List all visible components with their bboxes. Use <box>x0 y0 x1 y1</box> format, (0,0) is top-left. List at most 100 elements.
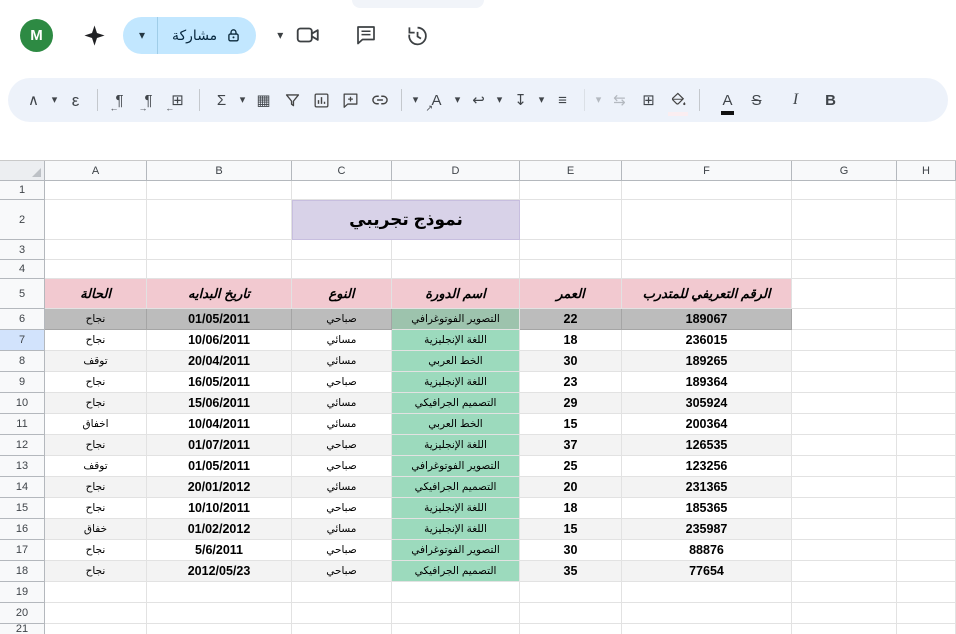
cell-F9[interactable]: 189364 <box>622 372 792 393</box>
merge-cells-button[interactable]: ⇆ <box>607 85 632 115</box>
cell-B6[interactable]: 01/05/2011 <box>147 309 292 330</box>
cell-A12[interactable]: نجاح <box>45 435 147 456</box>
cell-D16[interactable]: اللغة الإنجليزية <box>392 519 520 540</box>
merge-cells-dropdown-button[interactable]: ▾ <box>592 85 605 115</box>
cell-B7[interactable]: 10/06/2011 <box>147 330 292 351</box>
cell-D11[interactable]: الخط العربي <box>392 414 520 435</box>
cell-D17[interactable]: التصوير الفوتوغرافي <box>392 540 520 561</box>
text-wrap-dropdown-button[interactable]: ▾ <box>451 85 464 115</box>
cell-G5[interactable] <box>792 279 897 309</box>
row-header-19[interactable]: 19 <box>0 582 45 603</box>
cell-B19[interactable] <box>147 582 292 603</box>
insert-chart-button[interactable] <box>309 85 334 115</box>
row-header-16[interactable]: 16 <box>0 519 45 540</box>
cell-A1[interactable] <box>45 181 147 200</box>
text-direction-ltr-button[interactable]: ¶ ← <box>107 85 132 115</box>
cell-G14[interactable] <box>792 477 897 498</box>
row-header-9[interactable]: 9 <box>0 372 45 393</box>
cell-E10[interactable]: 29 <box>520 393 622 414</box>
cell-H13[interactable] <box>897 456 956 477</box>
column-header-G[interactable]: G <box>792 161 897 181</box>
cell-E7[interactable]: 18 <box>520 330 622 351</box>
row-header-20[interactable]: 20 <box>0 603 45 624</box>
cell-A15[interactable]: نجاح <box>45 498 147 519</box>
cell-G10[interactable] <box>792 393 897 414</box>
share-dropdown-icon[interactable]: ▾ <box>127 28 157 42</box>
cell-F10[interactable]: 305924 <box>622 393 792 414</box>
cell-H3[interactable] <box>897 240 956 260</box>
cell-F12[interactable]: 126535 <box>622 435 792 456</box>
cell-F18[interactable]: 77654 <box>622 561 792 582</box>
pivot-table-button[interactable]: ▦ <box>251 85 276 115</box>
cell-C16[interactable]: مسائي <box>292 519 392 540</box>
cell-B3[interactable] <box>147 240 292 260</box>
cell-H9[interactable] <box>897 372 956 393</box>
cell-F17[interactable]: 88876 <box>622 540 792 561</box>
row-header-14[interactable]: 14 <box>0 477 45 498</box>
cell-D14[interactable]: التصميم الجرافيكي <box>392 477 520 498</box>
row-header-5[interactable]: 5 <box>0 279 45 309</box>
cell-G7[interactable] <box>792 330 897 351</box>
horizontal-align-button[interactable]: ≡ <box>550 85 575 115</box>
cell-H2[interactable] <box>897 200 956 240</box>
account-avatar[interactable]: M <box>20 18 53 52</box>
cell-G19[interactable] <box>792 582 897 603</box>
cell-E2[interactable] <box>520 200 622 240</box>
cell-D18[interactable]: التصميم الجرافيكي <box>392 561 520 582</box>
row-header-21[interactable]: 21 <box>0 623 45 634</box>
row-header-4[interactable]: 4 <box>0 260 45 279</box>
cell-E12[interactable]: 37 <box>520 435 622 456</box>
cell-H19[interactable] <box>897 582 956 603</box>
cell-F19[interactable] <box>622 582 792 603</box>
cell-G21[interactable] <box>792 624 897 634</box>
cell-D20[interactable] <box>392 603 520 624</box>
cell-D15[interactable]: اللغة الإنجليزية <box>392 498 520 519</box>
cell-E4[interactable] <box>520 260 622 279</box>
functions-button[interactable]: Σ <box>209 85 234 115</box>
row-header-10[interactable]: 10 <box>0 393 45 414</box>
text-color-button[interactable]: A <box>715 85 740 115</box>
cell-A16[interactable]: خفاق <box>45 519 147 540</box>
cell-D6[interactable]: التصوير الفوتوغرافي <box>392 309 520 330</box>
borders-button[interactable]: ⊞ <box>636 85 661 115</box>
cell-H4[interactable] <box>897 260 956 279</box>
row-header-8[interactable]: 8 <box>0 351 45 372</box>
cell-F15[interactable]: 185365 <box>622 498 792 519</box>
cell-D1[interactable] <box>392 181 520 200</box>
cell-E14[interactable]: 20 <box>520 477 622 498</box>
row-header-18[interactable]: 18 <box>0 561 45 582</box>
cell-F1[interactable] <box>622 181 792 200</box>
toolbar-collapse-button[interactable]: ∧ <box>21 85 46 115</box>
cell-F13[interactable]: 123256 <box>622 456 792 477</box>
cell-F2[interactable] <box>622 200 792 240</box>
cell-A21[interactable] <box>45 624 147 634</box>
vertical-align-button[interactable]: ↧ <box>508 85 533 115</box>
cell-A19[interactable] <box>45 582 147 603</box>
cell-C21[interactable] <box>292 624 392 634</box>
create-filter-button[interactable] <box>280 85 305 115</box>
cell-B11[interactable]: 10/04/2011 <box>147 414 292 435</box>
cell-G17[interactable] <box>792 540 897 561</box>
row-header-15[interactable]: 15 <box>0 498 45 519</box>
cell-G20[interactable] <box>792 603 897 624</box>
cell-C9[interactable]: صباحي <box>292 372 392 393</box>
cell-G8[interactable] <box>792 351 897 372</box>
column-header-E[interactable]: E <box>520 161 622 181</box>
cell-F11[interactable]: 200364 <box>622 414 792 435</box>
cell-C19[interactable] <box>292 582 392 603</box>
cell-E5[interactable]: العمر <box>520 279 622 309</box>
cell-C3[interactable] <box>292 240 392 260</box>
cell-F8[interactable]: 189265 <box>622 351 792 372</box>
cell-A9[interactable]: نجاح <box>45 372 147 393</box>
cell-C11[interactable]: مسائي <box>292 414 392 435</box>
cell-B21[interactable] <box>147 624 292 634</box>
cell-H21[interactable] <box>897 624 956 634</box>
cell-G11[interactable] <box>792 414 897 435</box>
cell-F20[interactable] <box>622 603 792 624</box>
fill-color-button[interactable] <box>665 85 690 116</box>
cell-C13[interactable]: صباحي <box>292 456 392 477</box>
cell-C6[interactable]: صباحي <box>292 309 392 330</box>
cell-G1[interactable] <box>792 181 897 200</box>
cell-B18[interactable]: 2012/05/23 <box>147 561 292 582</box>
cell-F5[interactable]: الرقم التعريفي للمتدرب <box>622 279 792 309</box>
